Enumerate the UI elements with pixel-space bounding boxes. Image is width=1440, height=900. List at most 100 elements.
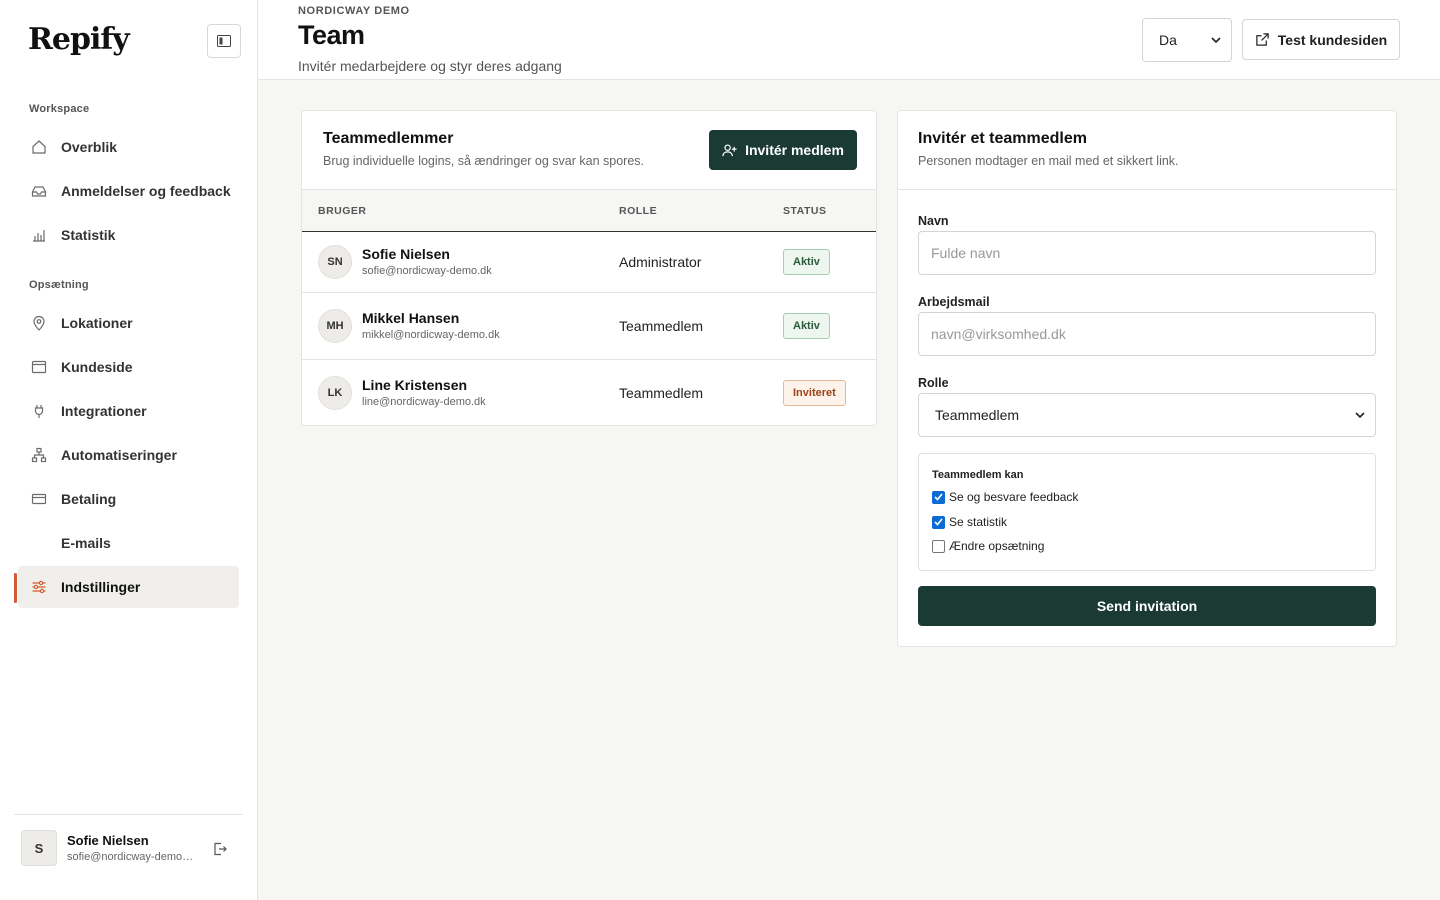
member-name: Sofie Nielsen — [362, 246, 450, 262]
user-email: sofie@nordicway-demo.dk — [67, 851, 195, 863]
invite-member-card: Invitér et teammedlem Personen modtager … — [897, 110, 1397, 647]
table-header: BRUGER ROLLE STATUS — [302, 189, 876, 232]
organization-name: NORDICWAY DEMO — [298, 5, 410, 17]
email-placeholder: navn@virksomhed.dk — [931, 326, 1066, 342]
sidebar-item-indstillinger[interactable]: Indstillinger — [18, 566, 239, 608]
invite-card-subtitle: Personen modtager en mail med et sikkert… — [918, 154, 1179, 168]
status-badge: Inviteret — [783, 380, 846, 406]
sidebar-item-label: Kundeside — [61, 359, 133, 375]
permissions-box: Teammedlem kan Se og besvare feedback Se… — [918, 453, 1376, 571]
home-icon — [30, 138, 48, 156]
member-avatar: SN — [318, 245, 352, 279]
role-select[interactable]: Teammedlem — [918, 393, 1376, 437]
permissions-title: Teammedlem kan — [932, 469, 1024, 481]
permission-statistics[interactable]: Se statistik — [932, 515, 1007, 529]
page-subtitle: Invitér medarbejdere og styr deres adgan… — [298, 58, 562, 74]
role-value: Teammedlem — [935, 407, 1020, 423]
nav-section-workspace: Workspace — [29, 103, 90, 115]
name-input[interactable]: Fulde navn — [918, 231, 1376, 275]
workflow-icon — [30, 446, 48, 464]
language-select[interactable]: Da — [1142, 18, 1232, 62]
name-label: Navn — [918, 214, 949, 228]
sidebar-item-label: Betaling — [61, 491, 117, 507]
nav-section-setup: Opsætning — [29, 279, 89, 291]
active-indicator — [14, 573, 17, 603]
team-card-title: Teammedlemmer — [323, 130, 454, 147]
member-role: Teammedlem — [619, 318, 704, 334]
column-header-role: ROLLE — [619, 205, 658, 217]
status-badge: Aktiv — [783, 249, 830, 275]
invite-card-title: Invitér et teammedlem — [918, 130, 1087, 147]
sidebar-item-betaling[interactable]: Betaling — [18, 478, 239, 520]
member-email: sofie@nordicway-demo.dk — [362, 265, 492, 277]
team-card-subtitle: Brug individuelle logins, så ændringer o… — [323, 154, 645, 168]
permission-label: Se og besvare feedback — [949, 490, 1079, 504]
sidebar-item-label: Overblik — [61, 139, 118, 155]
inbox-icon — [30, 182, 48, 200]
checkmark-icon — [934, 518, 943, 526]
permission-feedback[interactable]: Se og besvare feedback — [932, 490, 1078, 504]
permission-label: Ændre opsætning — [949, 539, 1045, 553]
permission-setup[interactable]: Ændre opsætning — [932, 539, 1044, 553]
invite-button-label: Invitér medlem — [745, 142, 844, 158]
send-invitation-button[interactable]: Send invitation — [918, 586, 1376, 626]
permission-label: Se statistik — [949, 515, 1008, 529]
chevron-down-icon — [1355, 412, 1365, 418]
column-header-user: BRUGER — [318, 205, 367, 217]
test-customer-page-button[interactable]: Test kundesiden — [1242, 19, 1400, 60]
emails-icon — [30, 534, 48, 552]
sidebar-item-anmeldelser[interactable]: Anmeldelser og feedback — [18, 170, 239, 212]
member-name: Line Kristensen — [362, 377, 468, 393]
sidebar-item-label: Indstillinger — [61, 579, 141, 595]
table-row[interactable]: MH Mikkel Hansen mikkel@nordicway-demo.d… — [302, 293, 876, 360]
sidebar-divider — [14, 814, 243, 815]
logout-icon — [214, 842, 227, 856]
column-header-status: STATUS — [783, 205, 827, 217]
sidebar-item-statistik[interactable]: Statistik — [18, 214, 239, 256]
member-email: line@nordicway-demo.dk — [362, 396, 486, 408]
page-title: Team — [298, 20, 365, 50]
external-link-icon — [1256, 33, 1269, 46]
checkmark-icon — [934, 493, 943, 501]
bar-chart-icon — [30, 226, 48, 244]
sidebar-item-label: Lokationer — [61, 315, 133, 331]
sidebar-item-kundeside[interactable]: Kundeside — [18, 346, 239, 388]
divider — [898, 189, 1396, 190]
language-value: Da — [1159, 32, 1177, 48]
chevron-down-icon — [1211, 37, 1221, 43]
sidebar-item-overblik[interactable]: Overblik — [18, 126, 239, 168]
sidebar-item-lokationer[interactable]: Lokationer — [18, 302, 239, 344]
map-pin-icon — [30, 314, 48, 332]
sidebar-collapse-button[interactable] — [207, 24, 241, 58]
checkbox[interactable] — [932, 539, 945, 553]
member-name: Mikkel Hansen — [362, 310, 460, 326]
sidebar-item-label: Anmeldelser og feedback — [61, 183, 231, 199]
table-row[interactable]: SN Sofie Nielsen sofie@nordicway-demo.dk… — [302, 232, 876, 293]
email-field[interactable]: navn@virksomhed.dk — [918, 312, 1376, 356]
member-avatar: MH — [318, 309, 352, 343]
status-badge: Aktiv — [783, 313, 830, 339]
team-members-card: Teammedlemmer Brug individuelle logins, … — [301, 110, 877, 426]
user-name: Sofie Nielsen — [67, 833, 149, 848]
test-button-label: Test kundesiden — [1277, 31, 1388, 48]
checkbox[interactable] — [932, 490, 945, 504]
logout-button[interactable] — [210, 839, 230, 859]
member-role: Teammedlem — [619, 385, 704, 401]
name-placeholder: Fulde navn — [931, 245, 1001, 261]
checkbox[interactable] — [932, 515, 945, 529]
sidebar-item-automatiseringer[interactable]: Automatiseringer — [18, 434, 239, 476]
sidebar-item-label: Statistik — [61, 227, 116, 243]
app-logo[interactable]: Repify — [28, 22, 130, 57]
member-role: Administrator — [619, 254, 702, 270]
sidebar-item-integrationer[interactable]: Integrationer — [18, 390, 239, 432]
sidebar-item-label: Automatiseringer — [61, 447, 177, 463]
role-label: Rolle — [918, 376, 949, 390]
invite-member-button[interactable]: Invitér medlem — [709, 130, 857, 170]
plug-icon — [30, 402, 48, 420]
sidebar-item-emails[interactable]: E-mails — [18, 522, 239, 564]
page-header: NORDICWAY DEMO Team Invitér medarbejdere… — [258, 0, 1440, 80]
avatar: S — [21, 830, 57, 866]
member-email: mikkel@nordicway-demo.dk — [362, 329, 500, 341]
browser-window-icon — [30, 358, 48, 376]
table-row[interactable]: LK Line Kristensen line@nordicway-demo.d… — [302, 360, 876, 426]
